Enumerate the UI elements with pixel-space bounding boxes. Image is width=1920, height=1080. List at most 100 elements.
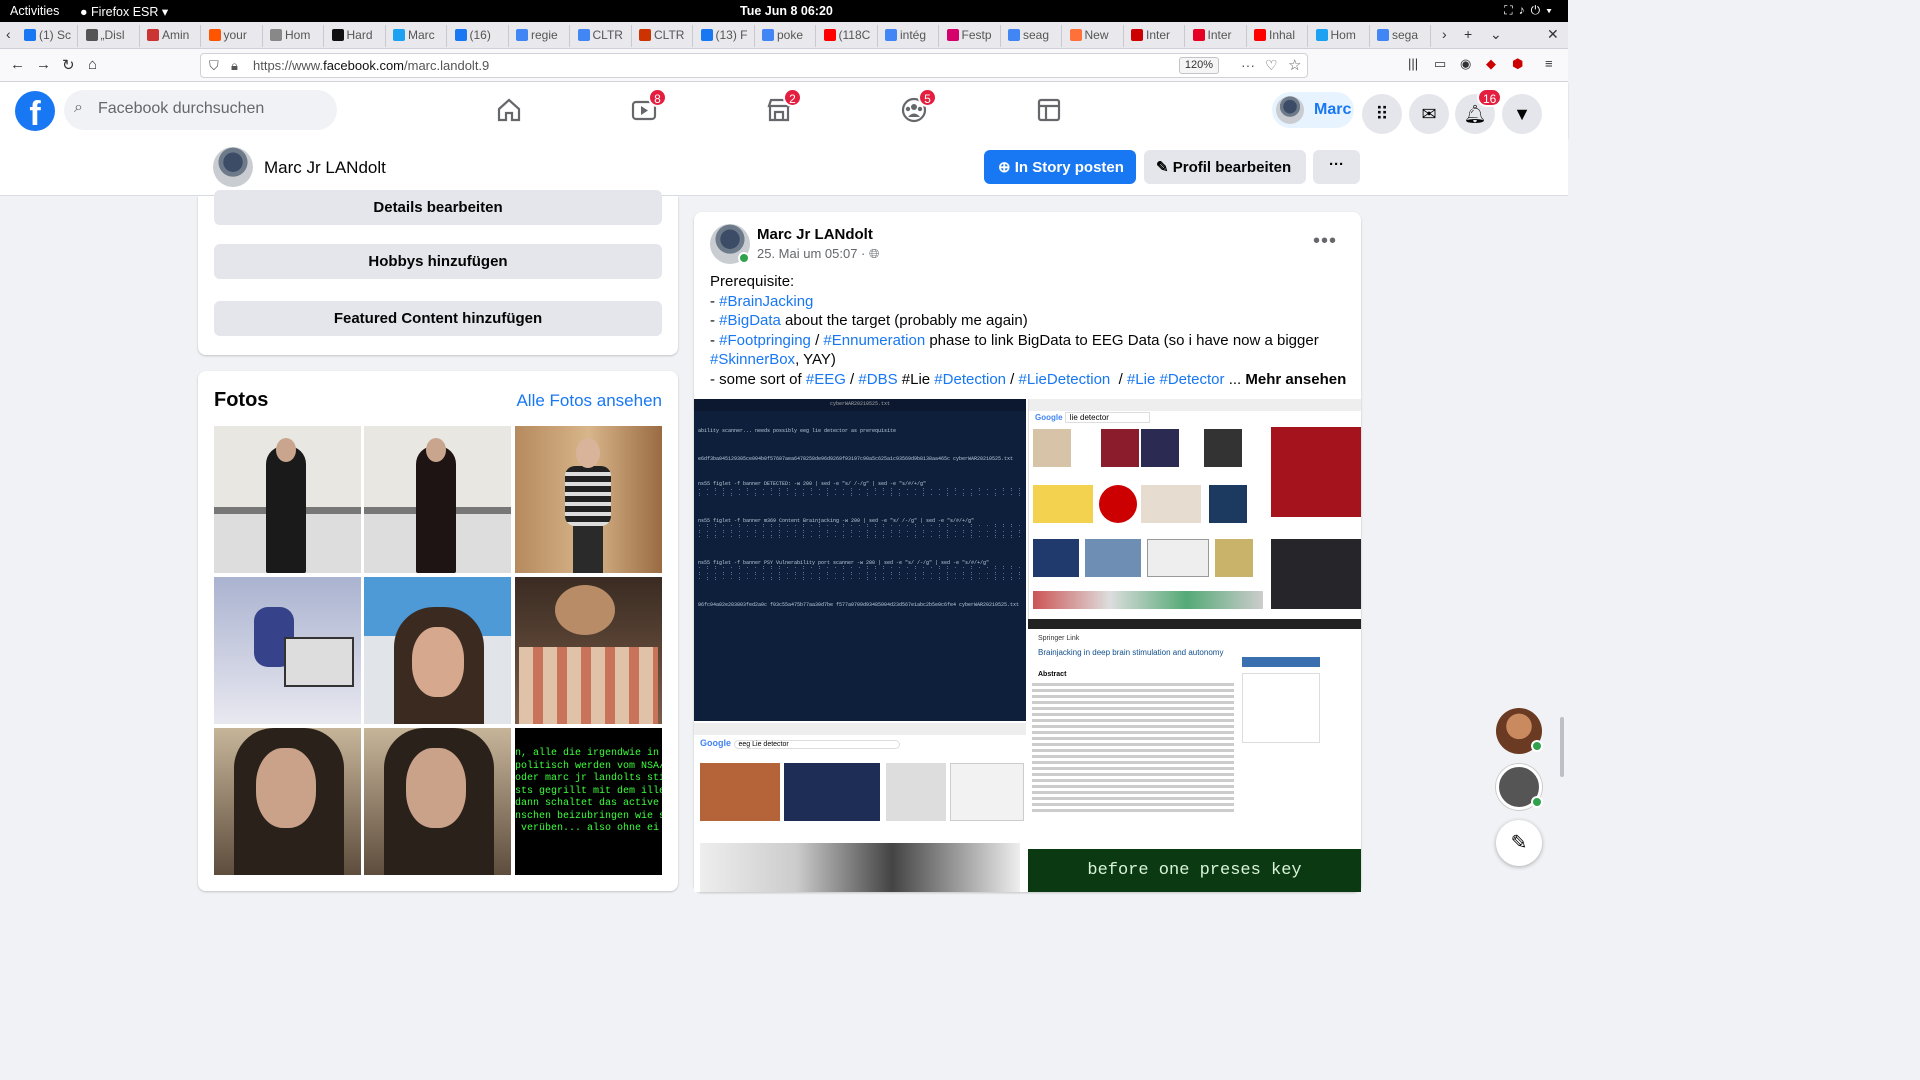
browser-tab[interactable]: Inter	[1127, 25, 1185, 47]
hashtag-link[interactable]: #BrainJacking	[719, 293, 813, 310]
browser-tab[interactable]: Festp	[943, 25, 1001, 47]
tracking-shield-icon[interactable]: ⛉	[209, 58, 219, 74]
photo-thumbnail[interactable]	[214, 426, 361, 573]
browser-tab[interactable]: CLTR	[574, 25, 632, 47]
hashtag-link[interactable]: #Ennumeration	[823, 332, 925, 349]
browser-tab[interactable]: Hom	[266, 25, 324, 47]
nav-gaming[interactable]	[1035, 96, 1065, 124]
lock-icon[interactable]: 🔒︎	[231, 58, 238, 74]
see-all-photos-link[interactable]: Alle Fotos ansehen	[516, 391, 662, 411]
sidebar-icon[interactable]: ▭	[1434, 56, 1446, 72]
profile-shortcut[interactable]: Marc	[1272, 92, 1354, 128]
search-input[interactable]: ⌕ Facebook durchsuchen	[64, 90, 337, 130]
hashtag-link[interactable]: #Detector	[1159, 371, 1224, 388]
photo-thumbnail[interactable]	[515, 426, 662, 573]
hashtag-link[interactable]: #Detection	[934, 371, 1006, 388]
ublock-icon[interactable]: ⬢	[1512, 56, 1523, 72]
close-window-icon[interactable]: ✕	[1547, 26, 1559, 43]
browser-tab[interactable]: seag	[1004, 25, 1062, 47]
photo-thumbnail[interactable]: n, alle die irgendwie in z politisch wer…	[515, 728, 662, 875]
clock[interactable]: Tue Jun 8 06:20	[740, 4, 833, 18]
browser-tab[interactable]: „Disl	[82, 25, 140, 47]
browser-tab[interactable]: Inter	[1189, 25, 1247, 47]
photo-thumbnail[interactable]	[214, 577, 361, 724]
page-actions-icon[interactable]: ···	[1241, 57, 1255, 73]
browser-tab[interactable]: Marc	[389, 25, 447, 47]
scrollbar-thumb[interactable]	[1560, 717, 1564, 777]
nav-home[interactable]	[495, 96, 525, 124]
pocket-icon[interactable]: ♡	[1265, 57, 1278, 74]
facebook-logo-icon[interactable]: f	[15, 91, 55, 133]
zoom-level[interactable]: 120%	[1179, 57, 1219, 74]
home-icon[interactable]: ⌂	[88, 56, 97, 73]
account-icon[interactable]: ◉	[1460, 56, 1471, 72]
photo-thumbnail[interactable]	[364, 426, 511, 573]
browser-tab[interactable]: intég	[881, 25, 939, 47]
add-hobbies-button[interactable]: Hobbys hinzufügen	[214, 244, 662, 279]
nav-watch[interactable]: 8	[630, 88, 667, 124]
browser-tab[interactable]: Hard	[328, 25, 386, 47]
post-image-google-search[interactable]: Google eeg Lie detector	[694, 723, 1026, 892]
tab-scroll-right-icon[interactable]: ›	[1442, 26, 1447, 42]
post-timestamp[interactable]: 25. Mai um 05:07 · 🌐︎	[757, 246, 879, 262]
browser-tab[interactable]: (1) Sc	[20, 25, 78, 47]
photo-thumbnail[interactable]	[364, 728, 511, 875]
hashtag-link[interactable]: #Lie	[1127, 371, 1155, 388]
app-menu[interactable]: ● Firefox ESR ▾	[80, 4, 168, 19]
browser-tab[interactable]: New	[1066, 25, 1124, 47]
nav-groups[interactable]: 5	[900, 88, 937, 124]
notifications-button[interactable]: 🔔︎ 16	[1455, 88, 1503, 134]
menu-icon[interactable]: ≡	[1545, 56, 1553, 71]
bookmark-star-icon[interactable]: ☆	[1288, 56, 1301, 74]
see-more-link[interactable]: Mehr ansehen	[1245, 371, 1346, 388]
extension-icon[interactable]: ◆	[1486, 56, 1496, 72]
browser-tab[interactable]: (16)	[451, 25, 509, 47]
browser-tab[interactable]: Hom	[1312, 25, 1370, 47]
browser-tab[interactable]: (118C	[820, 25, 878, 47]
post-author-name[interactable]: Marc Jr LANdolt	[757, 226, 873, 243]
photo-thumbnail[interactable]	[515, 577, 662, 724]
browser-tab[interactable]: sega	[1373, 25, 1431, 47]
edit-details-button[interactable]: Details bearbeiten	[214, 190, 662, 225]
account-menu-button[interactable]: ▼	[1502, 94, 1542, 134]
browser-tab[interactable]: Inhal	[1250, 25, 1308, 47]
new-tab-icon[interactable]: +	[1464, 26, 1472, 42]
hashtag-link[interactable]: #Footpringing	[719, 332, 811, 349]
profile-name[interactable]: Marc Jr LANdolt	[264, 158, 386, 178]
browser-tab[interactable]: CLTR	[635, 25, 693, 47]
reload-icon[interactable]: ↻	[62, 56, 75, 74]
activities-button[interactable]: Activities	[10, 4, 59, 18]
post-image-green-banner[interactable]: before one preses key	[1028, 849, 1361, 892]
system-tray[interactable]: ⛶♪⏻▾	[1504, 3, 1558, 18]
new-message-button[interactable]: ✎	[1496, 820, 1542, 866]
hashtag-link[interactable]: #SkinnerBox	[710, 351, 795, 368]
add-featured-button[interactable]: Featured Content hinzufügen	[214, 301, 662, 336]
hashtag-link[interactable]: #BigData	[719, 312, 781, 329]
messenger-button[interactable]: ✉	[1409, 94, 1449, 134]
back-icon[interactable]: ←	[10, 56, 25, 73]
post-options-icon[interactable]: •••	[1313, 230, 1337, 253]
browser-tab[interactable]: (13) F	[697, 25, 755, 47]
browser-tab[interactable]: poke	[758, 25, 816, 47]
browser-tab[interactable]: regie	[512, 25, 570, 47]
list-all-tabs-icon[interactable]: ⌄	[1490, 26, 1502, 43]
forward-icon[interactable]: →	[36, 56, 51, 73]
menu-grid-button[interactable]: ⠿	[1362, 94, 1402, 134]
hashtag-link[interactable]: #LieDetection	[1019, 371, 1111, 388]
nav-marketplace[interactable]: 2	[765, 88, 802, 124]
url-field[interactable]: ⛉ 🔒︎ https://www.facebook.com/marc.lando…	[200, 53, 1308, 78]
browser-tab[interactable]: your	[205, 25, 263, 47]
photo-thumbnail[interactable]	[364, 577, 511, 724]
browser-tab[interactable]: Amin	[143, 25, 201, 47]
library-icon[interactable]: |||	[1408, 56, 1418, 71]
photo-thumbnail[interactable]	[214, 728, 361, 875]
hashtag-link[interactable]: #EEG	[806, 371, 846, 388]
add-to-story-button[interactable]: ⊕ In Story posten	[984, 150, 1136, 184]
post-image-terminal[interactable]: cyberWAR20210525.txt ability scanner... …	[694, 399, 1026, 721]
edit-profile-button[interactable]: ✎ Profil bearbeiten	[1144, 150, 1306, 184]
hashtag-link[interactable]: #DBS	[858, 371, 897, 388]
post-image-google-images[interactable]: Google lie detector	[1028, 399, 1361, 619]
post-image-article[interactable]: Springer Link Brainjacking in deep brain…	[1028, 619, 1361, 849]
profile-avatar[interactable]	[213, 147, 253, 187]
tab-scroll-left-icon[interactable]: ‹	[6, 26, 11, 42]
